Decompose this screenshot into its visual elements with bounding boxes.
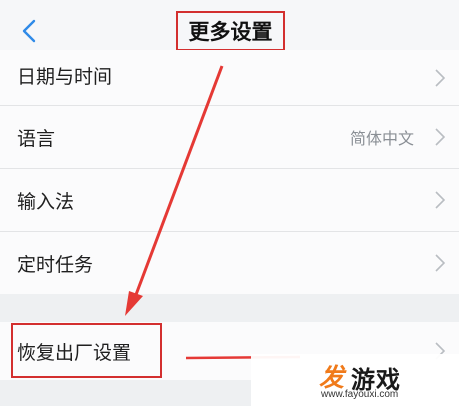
settings-group-general: 日期与时间 语言 简体中文 输入法 定时任务 — [0, 50, 459, 294]
row-label: 定时任务 — [17, 253, 94, 276]
settings-row-date-time[interactable]: 日期与时间 — [0, 50, 459, 106]
watermark-url: www.fayouxi.com — [321, 389, 399, 400]
page-title: 更多设置 — [176, 11, 285, 51]
settings-row-input-method[interactable]: 输入法 — [0, 169, 459, 232]
chevron-right-icon — [433, 127, 447, 147]
settings-row-scheduled-tasks[interactable]: 定时任务 — [0, 232, 459, 294]
row-label: 语言 — [17, 127, 56, 150]
row-label: 日期与时间 — [17, 66, 113, 88]
chevron-left-icon — [22, 19, 36, 43]
chevron-right-icon — [433, 190, 447, 210]
row-label: 输入法 — [17, 190, 75, 213]
back-button[interactable] — [14, 14, 44, 48]
settings-row-language[interactable]: 语言 简体中文 — [0, 106, 459, 169]
row-value: 简体中文 — [349, 129, 414, 148]
chevron-right-icon — [433, 68, 447, 88]
chevron-right-icon — [433, 253, 447, 273]
annotation-highlight-box — [11, 323, 162, 378]
watermark: 发 游戏 www.fayouxi.com — [251, 354, 459, 406]
